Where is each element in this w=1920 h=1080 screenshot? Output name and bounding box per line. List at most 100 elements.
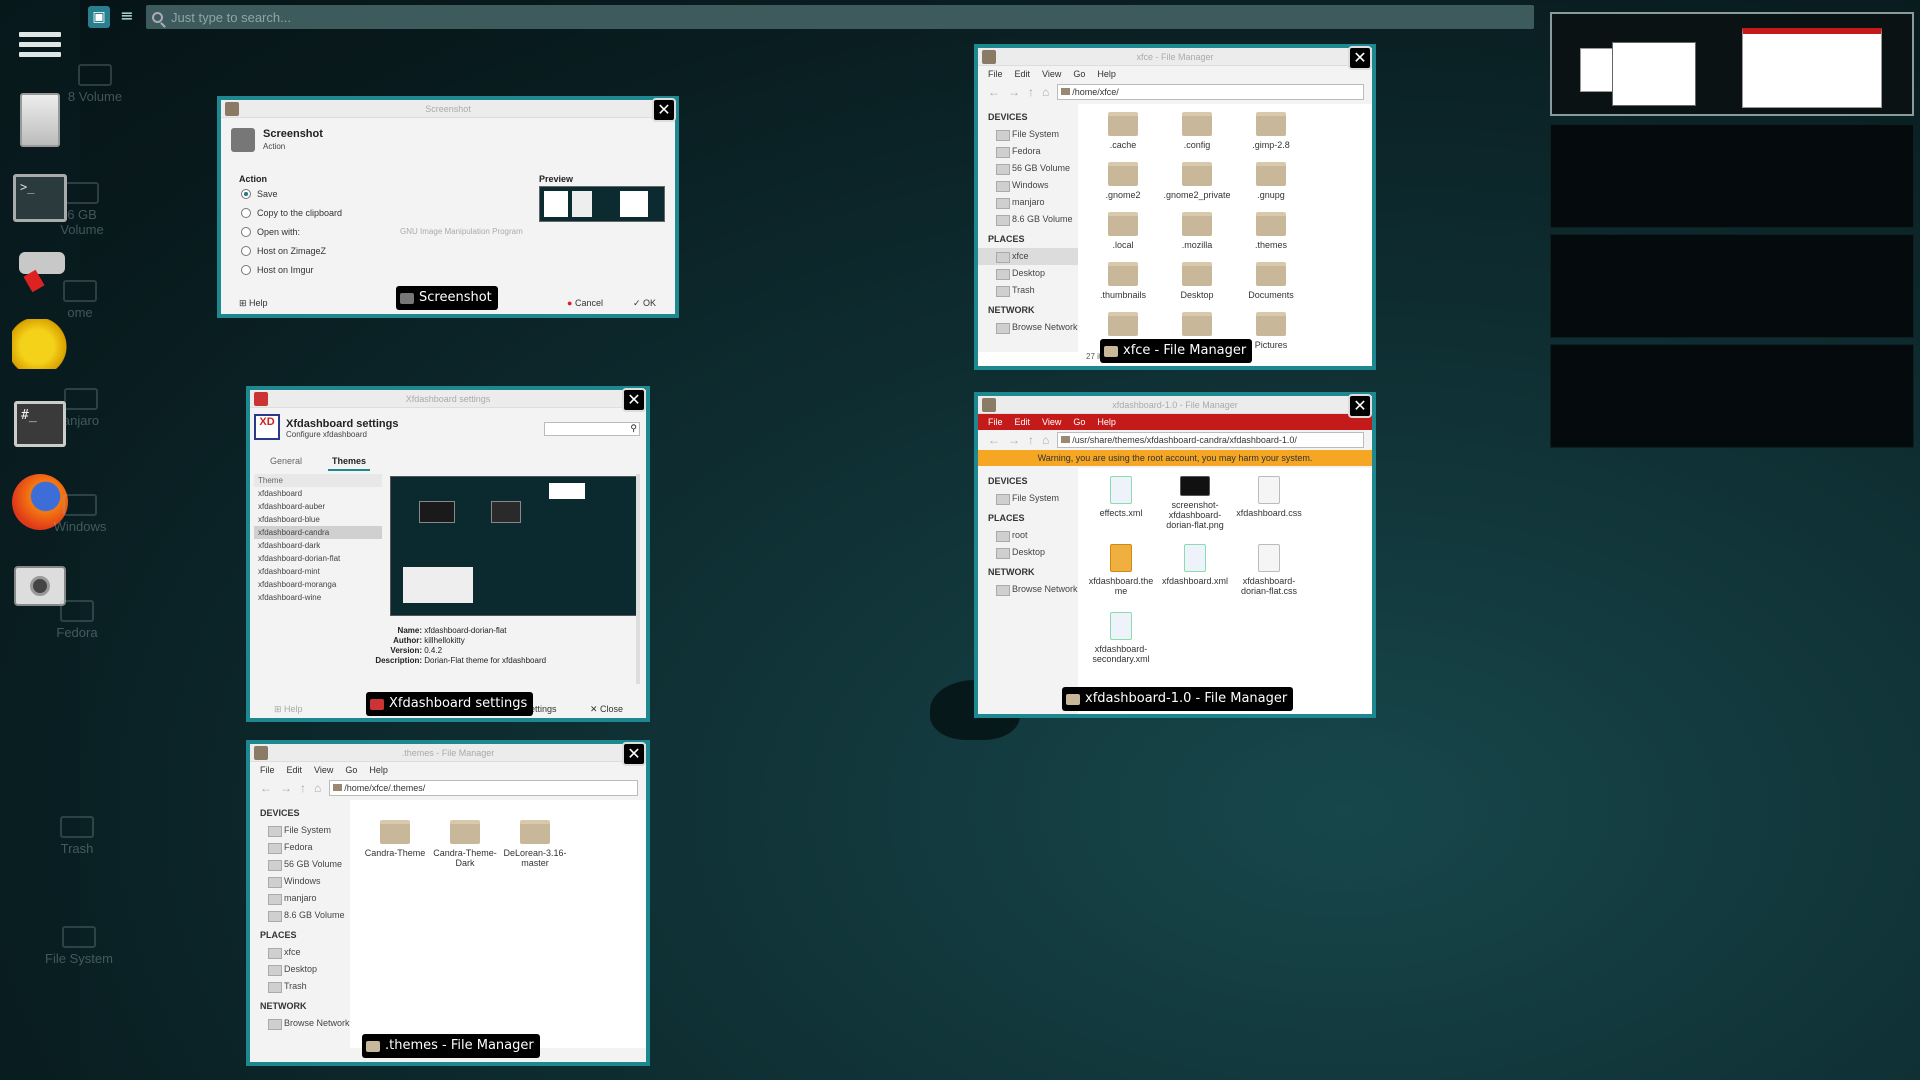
sidebar-item[interactable]: 56 GB Volume — [250, 856, 350, 873]
theme-list-item[interactable]: xfdashboard — [254, 487, 382, 500]
location-bar[interactable]: /usr/share/themes/xfdashboard-candra/xfd… — [1057, 432, 1364, 448]
window-xfdashboard-settings[interactable]: Xfdashboard settings XD Xfdashboard sett… — [246, 386, 650, 722]
location-bar[interactable]: /home/xfce/.themes/ — [329, 780, 638, 796]
ok-button[interactable]: ✓ OK — [633, 298, 656, 309]
sidebar-item[interactable]: root — [978, 527, 1078, 544]
sidebar-item[interactable]: Browse Network — [978, 581, 1078, 598]
menu-item[interactable]: File — [260, 765, 275, 775]
tab-general[interactable]: General — [270, 456, 302, 466]
menu-item[interactable]: File — [988, 69, 1003, 79]
sidebar-item[interactable]: Desktop — [250, 961, 350, 978]
radio-host-imgur[interactable]: Host on Imgur — [231, 260, 523, 279]
sidebar-item[interactable]: Trash — [250, 978, 350, 995]
theme-list-item[interactable]: xfdashboard-auber — [254, 500, 382, 513]
window-screenshot[interactable]: Screenshot Screenshot Action Action Save… — [217, 96, 679, 318]
window-xfdashboard-file-manager[interactable]: xfdashboard-1.0 - File Manager File Edit V… — [974, 392, 1376, 718]
theme-list-item[interactable]: xfdashboard-dorian-flat — [254, 552, 382, 565]
settings-button[interactable]: ettings — [530, 704, 557, 714]
window-titlebar[interactable]: xfce - File Manager — [978, 48, 1372, 66]
theme-list-item[interactable]: xfdashboard-blue — [254, 513, 382, 526]
radio-copy-clipboard[interactable]: Copy to the clipboard — [231, 203, 523, 222]
scrollbar[interactable] — [636, 474, 640, 684]
up-icon[interactable]: ↑ — [1028, 85, 1034, 99]
file-item[interactable]: .themes — [1236, 212, 1306, 250]
sidebar-item[interactable]: File System — [250, 822, 350, 839]
applications-view-button[interactable]: ≡ — [116, 5, 138, 27]
sidebar-item[interactable]: xfce — [978, 248, 1078, 265]
sidebar-item[interactable]: 8.6 GB Volume — [978, 211, 1078, 228]
window-xfce-file-manager[interactable]: xfce - File Manager File Edit View Go Help ←… — [974, 44, 1376, 370]
theme-list-item[interactable]: xfdashboard-candra — [254, 526, 382, 539]
file-item[interactable] — [1162, 312, 1232, 340]
menu-item[interactable]: Help — [1097, 69, 1116, 79]
window-caption-xfdashboard-settings[interactable]: Xfdashboard settings — [366, 692, 534, 716]
forward-icon[interactable]: → — [280, 781, 292, 795]
workspace-3[interactable] — [1550, 234, 1914, 338]
window-caption-screenshot[interactable]: Screenshot — [396, 286, 498, 310]
window-caption-xfdashboard-file-manager[interactable]: xfdashboard-1.0 - File Manager — [1062, 687, 1294, 711]
file-item[interactable]: .local — [1088, 212, 1158, 250]
theme-list-item[interactable]: xfdashboard-wine — [254, 591, 382, 604]
file-item[interactable] — [1088, 312, 1158, 340]
menu-item[interactable]: Edit — [1015, 417, 1031, 427]
window-titlebar[interactable]: .themes - File Manager — [250, 744, 646, 762]
file-item[interactable]: DeLorean-3.16- master — [500, 820, 570, 868]
sidebar-item[interactable]: manjaro — [250, 890, 350, 907]
home-icon[interactable]: ⌂ — [314, 781, 321, 795]
file-item[interactable]: .gimp-2.8 — [1236, 112, 1306, 150]
file-item[interactable]: xfdashboard.the me — [1086, 544, 1156, 596]
window-themes-file-manager[interactable]: .themes - File Manager File Edit View Go Hel… — [246, 740, 650, 1066]
menu-item[interactable]: Go — [345, 765, 357, 775]
radio-save[interactable]: Save — [231, 184, 523, 203]
theme-list-item[interactable]: xfdashboard-dark — [254, 539, 382, 552]
sidebar-item[interactable]: Desktop — [978, 544, 1078, 561]
file-item[interactable]: Documents — [1236, 262, 1306, 300]
file-item[interactable]: Desktop — [1162, 262, 1232, 300]
sidebar-item[interactable]: Fedora — [978, 143, 1078, 160]
cancel-button[interactable]: ● Cancel — [567, 298, 603, 308]
tab-themes[interactable]: Themes — [328, 456, 371, 471]
workspace-2[interactable] — [1550, 124, 1914, 228]
sidebar-item[interactable]: Windows — [978, 177, 1078, 194]
close-window-button[interactable]: ✕ — [652, 98, 676, 122]
menu-item[interactable]: Edit — [1015, 69, 1031, 79]
workspace-4[interactable] — [1550, 344, 1914, 448]
menu-item[interactable]: Edit — [287, 765, 303, 775]
workspace-1[interactable] — [1550, 12, 1914, 116]
sidebar-item[interactable]: File System — [978, 126, 1078, 143]
close-button[interactable]: ✕ Close — [590, 704, 623, 715]
window-titlebar[interactable]: Xfdashboard settings — [250, 390, 646, 408]
file-item[interactable]: .gnupg — [1236, 162, 1306, 200]
windows-view-button[interactable]: ▣ — [88, 6, 110, 28]
close-window-button[interactable]: ✕ — [622, 742, 646, 766]
file-item[interactable]: xfdashboard- secondary.xml — [1086, 612, 1156, 664]
window-titlebar[interactable]: xfdashboard-1.0 - File Manager — [978, 396, 1372, 414]
help-button[interactable]: ⊞ Help — [274, 704, 303, 715]
file-item[interactable]: xfdashboard.xml — [1160, 544, 1230, 586]
back-icon[interactable]: ← — [260, 781, 272, 795]
sidebar-item[interactable]: xfce — [250, 944, 350, 961]
theme-search-input[interactable]: ⚲ — [544, 422, 640, 436]
menu-item[interactable]: Go — [1073, 69, 1085, 79]
up-icon[interactable]: ↑ — [1028, 433, 1034, 447]
window-caption-xfce-file-manager[interactable]: xfce - File Manager — [1100, 339, 1253, 363]
file-item[interactable]: .gnome2 — [1088, 162, 1158, 200]
menu-item[interactable]: View — [1042, 417, 1061, 427]
sidebar-item[interactable]: Windows — [250, 873, 350, 890]
close-window-button[interactable]: ✕ — [1348, 394, 1372, 418]
sidebar-item[interactable]: manjaro — [978, 194, 1078, 211]
sidebar-item[interactable]: 56 GB Volume — [978, 160, 1078, 177]
menu-item[interactable]: Help — [369, 765, 388, 775]
sidebar-item[interactable]: Browse Network — [250, 1015, 350, 1032]
sidebar-item[interactable]: 8.6 GB Volume — [250, 907, 350, 924]
menu-item[interactable]: Help — [1097, 417, 1116, 427]
radio-open-with[interactable]: Open with: GNU Image Manipulation Program — [231, 222, 523, 241]
menu-item[interactable]: View — [314, 765, 333, 775]
teapot-icon[interactable] — [8, 312, 72, 376]
theme-list-item[interactable]: xfdashboard-moranga — [254, 578, 382, 591]
back-icon[interactable]: ← — [988, 85, 1000, 99]
file-item[interactable]: .cache — [1088, 112, 1158, 150]
file-item[interactable]: Candra-Theme- Dark — [430, 820, 500, 868]
file-item[interactable]: xfdashboard- dorian-flat.css — [1234, 544, 1304, 596]
close-window-button[interactable]: ✕ — [1348, 46, 1372, 70]
